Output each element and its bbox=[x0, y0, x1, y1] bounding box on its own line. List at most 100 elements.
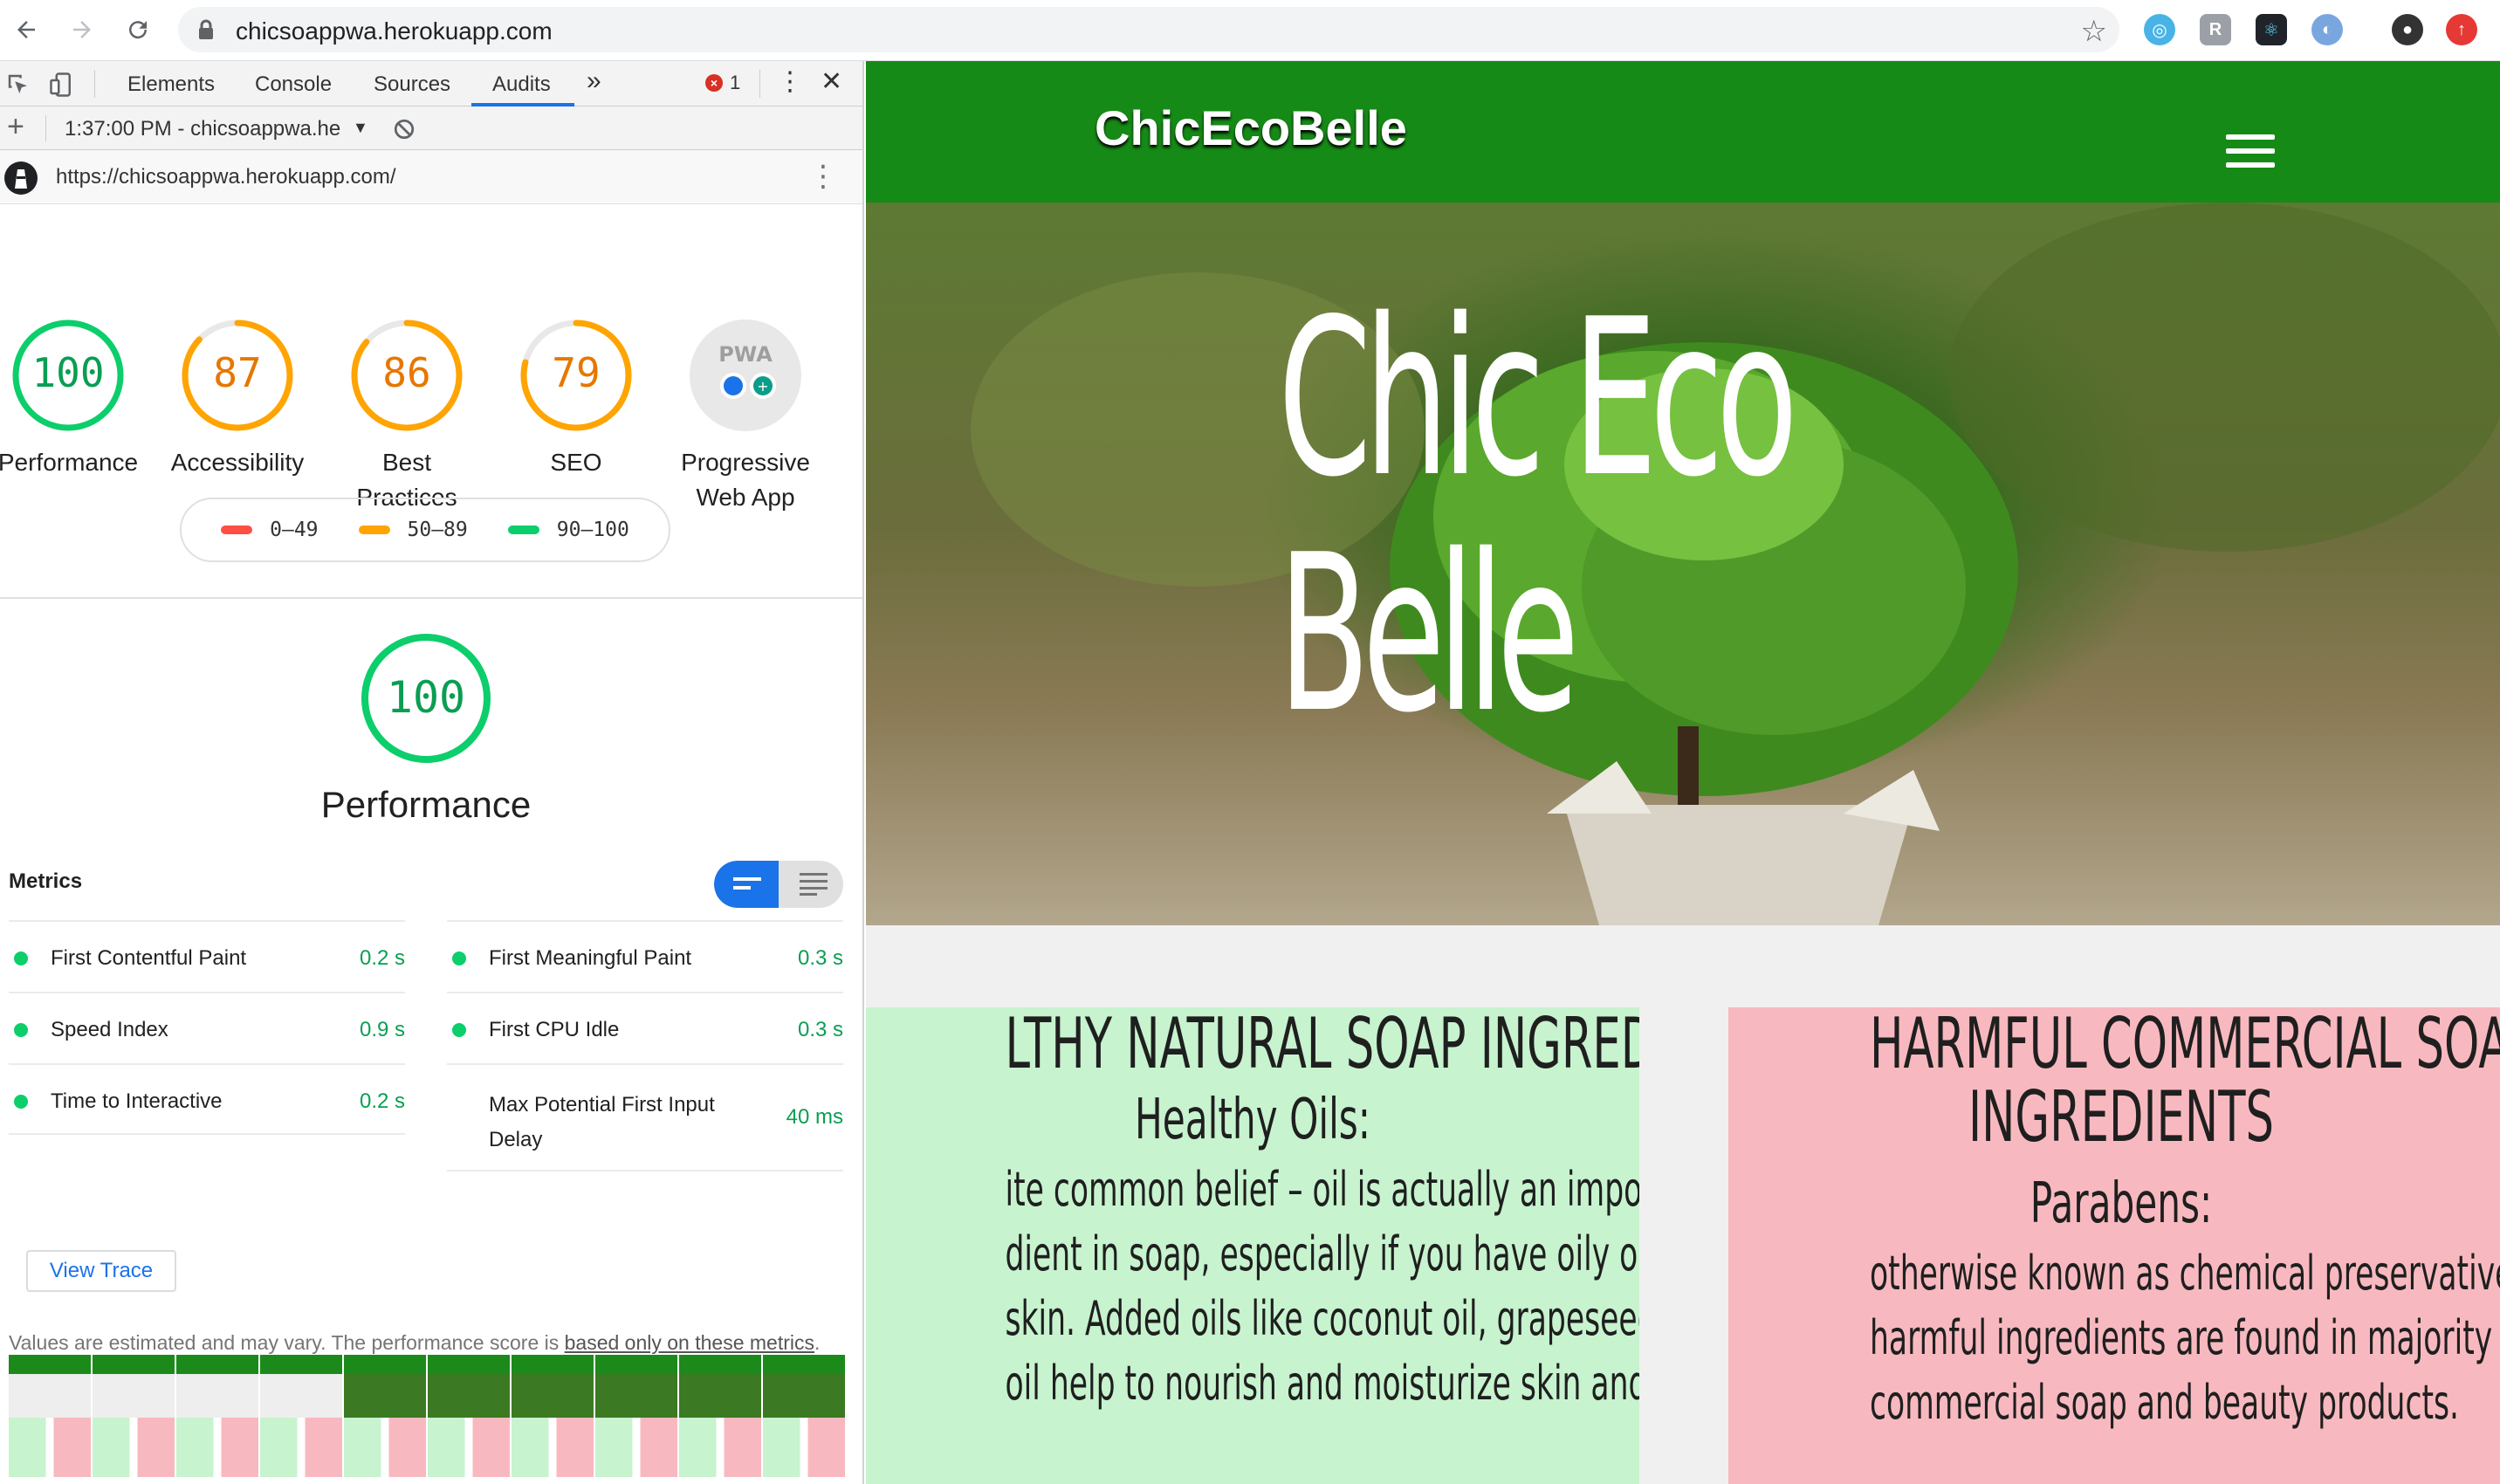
pass-indicator bbox=[14, 952, 28, 965]
clear-icon[interactable] bbox=[393, 118, 416, 141]
pass-indicator bbox=[452, 1107, 466, 1121]
filmstrip-frame bbox=[260, 1355, 342, 1477]
frame-navbar bbox=[9, 1355, 91, 1374]
address-bar[interactable]: chicsoappwa.herokuapp.com ☆ bbox=[178, 7, 2119, 52]
metrics-view-toggle[interactable] bbox=[714, 861, 843, 908]
frame-hero bbox=[512, 1374, 594, 1418]
card-subheading: Healthy Oils: bbox=[1134, 1088, 1371, 1152]
lock-icon bbox=[199, 19, 213, 39]
section-divider bbox=[0, 597, 862, 599]
metric-name: Speed Index bbox=[51, 1018, 168, 1041]
filmstrip-frame bbox=[344, 1355, 426, 1477]
gauge-performance[interactable]: 100 Performance bbox=[0, 318, 145, 480]
svg-text:PWA: PWA bbox=[718, 342, 773, 367]
legend-item-pass: 90–100 bbox=[507, 519, 629, 541]
frame-navbar bbox=[679, 1355, 761, 1374]
gauge-progressive-web-app[interactable]: PWA + Progressive Web App bbox=[669, 318, 822, 515]
inspect-element-icon[interactable] bbox=[5, 72, 31, 98]
gauge-score: 87 bbox=[213, 349, 262, 396]
legend-swatch bbox=[358, 526, 390, 534]
tab-sources[interactable]: Sources bbox=[374, 72, 450, 97]
filmstrip-frame bbox=[428, 1355, 510, 1477]
card-heading: LTHY NATURAL SOAP INGREDIENTS bbox=[1005, 1007, 1639, 1084]
audited-url: https://chicsoappwa.herokuapp.com/ bbox=[56, 165, 396, 189]
reload-button[interactable] bbox=[119, 10, 157, 49]
card-heading: HARMFUL COMMERCIAL SOAP bbox=[1870, 1007, 2500, 1084]
forward-button[interactable] bbox=[63, 10, 101, 49]
hero-title: Chic Eco Belle bbox=[1278, 281, 1798, 752]
gauge-seo[interactable]: 79 SEO bbox=[499, 318, 653, 480]
error-counter[interactable]: × 1 bbox=[705, 72, 740, 94]
metric-value: 0.3 s bbox=[797, 946, 843, 970]
card-body-line: skin. Added oils like coconut oil, grape… bbox=[1005, 1291, 1639, 1346]
expanded-list-icon[interactable] bbox=[800, 873, 828, 896]
legend-swatch bbox=[221, 526, 253, 534]
arrow-left-icon bbox=[17, 21, 35, 38]
avatar[interactable]: ● bbox=[2392, 14, 2423, 45]
tab-elements[interactable]: Elements bbox=[127, 72, 215, 97]
score-legend: 0–49 50–89 90–100 bbox=[180, 498, 670, 562]
more-tabs-button[interactable]: » bbox=[587, 66, 601, 96]
filmstrip-frame bbox=[176, 1355, 258, 1477]
update-icon[interactable]: ↑ bbox=[2446, 14, 2477, 45]
metric-name: First Contentful Paint bbox=[51, 946, 247, 970]
new-audit-icon[interactable]: + bbox=[7, 110, 24, 144]
frame-navbar bbox=[176, 1355, 258, 1374]
gauge-score: 79 bbox=[552, 349, 601, 396]
metric-name: Time to Interactive bbox=[51, 1089, 223, 1113]
address-url: chicsoappwa.herokuapp.com bbox=[236, 17, 553, 45]
category-title: Performance bbox=[320, 784, 532, 825]
gauge-best-practices[interactable]: 86 Best Practices bbox=[330, 318, 484, 515]
frame-content bbox=[344, 1418, 426, 1477]
react-devtools-icon[interactable]: ⚛ bbox=[2256, 14, 2287, 45]
view-trace-button[interactable]: View Trace bbox=[26, 1250, 176, 1292]
frame-navbar bbox=[93, 1355, 175, 1374]
card-body-line: otherwise known as chemical preservative… bbox=[1870, 1246, 2500, 1301]
metric-value: 0.2 s bbox=[359, 946, 405, 970]
tab-console[interactable]: Console bbox=[255, 72, 332, 97]
close-icon[interactable]: ✕ bbox=[821, 66, 842, 97]
device-toggle-icon[interactable] bbox=[49, 72, 75, 98]
hamburger-menu-icon[interactable] bbox=[2226, 134, 2275, 176]
audits-toolbar: + 1:37:00 PM - chicsoappwa.he ▼ bbox=[0, 106, 862, 150]
frame-navbar bbox=[344, 1355, 426, 1374]
hamburger-bar bbox=[2226, 162, 2275, 168]
metrics-heading: Metrics bbox=[9, 869, 83, 893]
frame-navbar bbox=[512, 1355, 594, 1374]
filmstrip-frame bbox=[679, 1355, 761, 1477]
metric-speed-index: Speed Index 0.9 s bbox=[9, 992, 405, 1063]
extension-icon-2[interactable]: R bbox=[2200, 14, 2231, 45]
toggle-compact-view[interactable] bbox=[714, 861, 779, 908]
frame-content bbox=[260, 1418, 342, 1477]
card-body-line: ite common belief – oil is actually an i… bbox=[1005, 1162, 1639, 1217]
performance-gauge-large: 100 bbox=[358, 630, 494, 766]
metric-first-contentful-paint: First Contentful Paint 0.2 s bbox=[9, 920, 405, 992]
frame-content bbox=[763, 1418, 845, 1477]
frame-content bbox=[512, 1418, 594, 1477]
frame-content bbox=[679, 1418, 761, 1477]
devtools-panel: Elements Console Sources Audits » × 1 ⋮ … bbox=[0, 61, 864, 1484]
chevron-down-icon[interactable]: ▼ bbox=[353, 119, 368, 137]
gauge-accessibility[interactable]: 87 Accessibility bbox=[161, 318, 314, 480]
frame-hero bbox=[93, 1374, 175, 1418]
metric-value: 40 ms bbox=[786, 1105, 843, 1129]
extension-icon-4[interactable]: ◐ bbox=[2311, 14, 2343, 45]
frame-content bbox=[176, 1418, 258, 1477]
tab-audits[interactable]: Audits bbox=[492, 72, 551, 97]
hamburger-bar bbox=[2226, 148, 2275, 154]
extension-icon-1[interactable]: ◎ bbox=[2144, 14, 2175, 45]
card-heading: INGREDIENTS bbox=[1968, 1076, 2274, 1158]
note-link[interactable]: based only on these metrics bbox=[565, 1331, 814, 1354]
filmstrip-frame bbox=[9, 1355, 91, 1477]
back-button[interactable] bbox=[7, 10, 45, 49]
kebab-menu-icon[interactable]: ⋮ bbox=[777, 66, 803, 97]
metric-value: 0.2 s bbox=[359, 1089, 405, 1113]
card-body: ite common belief – oil is actually an i… bbox=[866, 1158, 1639, 1416]
bookmark-star-icon[interactable]: ☆ bbox=[2081, 14, 2107, 49]
pwa-badge-icon: PWA + bbox=[690, 319, 801, 431]
report-menu-icon[interactable]: ⋮ bbox=[808, 159, 838, 194]
pass-indicator bbox=[452, 1023, 466, 1037]
lighthouse-icon bbox=[4, 161, 38, 195]
audit-run-select[interactable]: 1:37:00 PM - chicsoappwa.he bbox=[65, 117, 340, 141]
site-brand[interactable]: ChicEcoBelle bbox=[1095, 100, 1407, 156]
